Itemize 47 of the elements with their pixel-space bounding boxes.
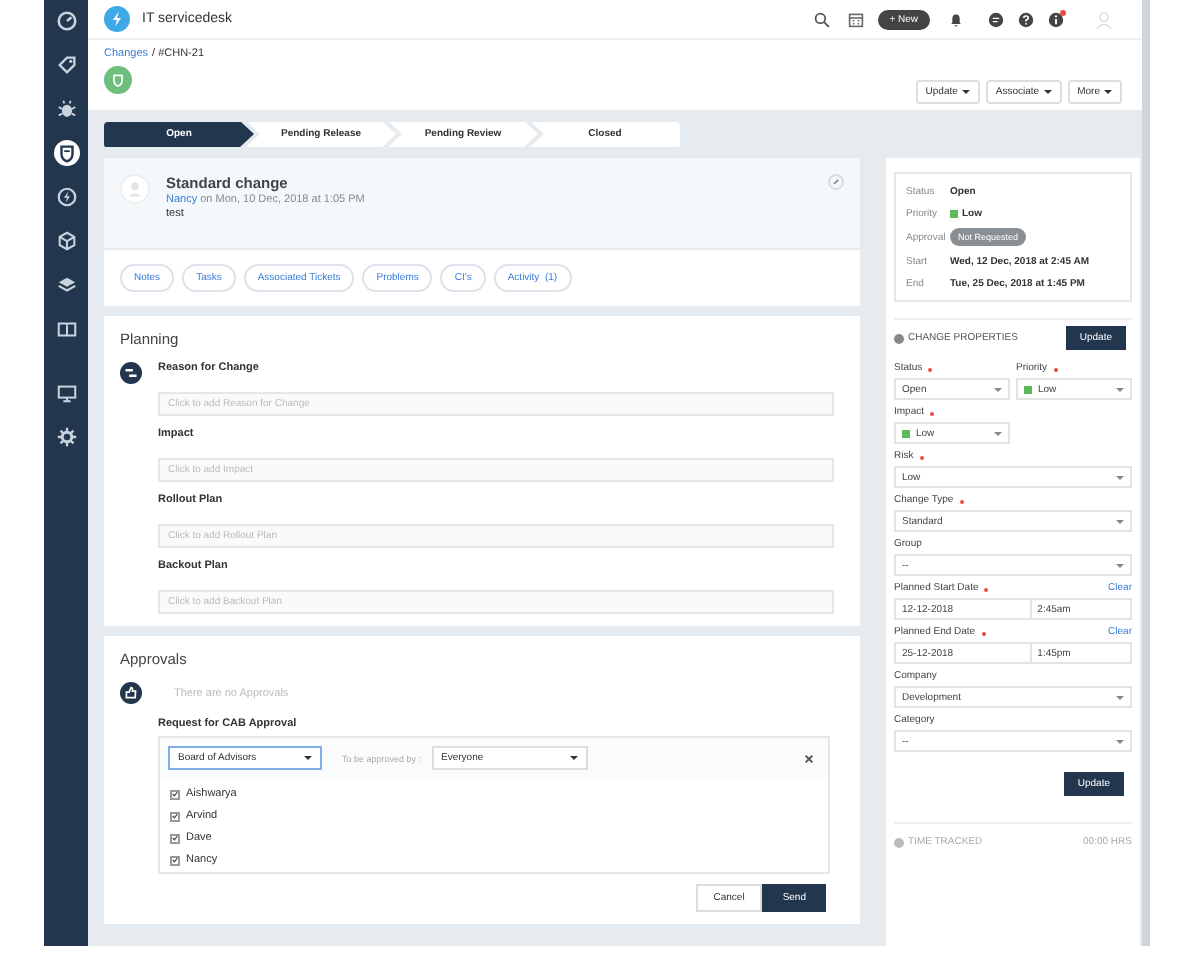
tag-icon[interactable] [53, 52, 79, 78]
thumbs-up-icon [120, 682, 142, 704]
properties-icon [894, 333, 904, 343]
bug-icon[interactable] [53, 96, 79, 122]
caret-icon [1104, 90, 1112, 94]
chat-icon[interactable] [988, 11, 1004, 27]
checkbox[interactable] [170, 833, 180, 843]
caret-icon [994, 431, 1002, 435]
calendar-icon[interactable] [847, 11, 864, 27]
bell-icon[interactable] [948, 11, 964, 27]
caret-icon [1116, 563, 1124, 567]
required-mark [984, 588, 989, 592]
close-icon[interactable] [804, 753, 814, 763]
caret-icon [1116, 739, 1124, 743]
caret-icon [304, 756, 312, 760]
clock-icon [894, 837, 904, 847]
required-mark [919, 456, 924, 460]
info-icon[interactable] [1048, 10, 1066, 28]
bolt-logo-icon [104, 6, 130, 32]
required-mark [981, 632, 986, 636]
monitor-icon[interactable] [53, 380, 79, 406]
search-icon[interactable] [813, 11, 830, 27]
caret-icon [569, 756, 578, 760]
required-mark [959, 500, 964, 504]
checkbox[interactable] [170, 855, 180, 865]
shield-icon[interactable] [53, 140, 79, 166]
caret-icon [994, 387, 1002, 391]
caret-icon [1043, 90, 1052, 94]
cube-icon[interactable] [53, 228, 79, 254]
gauge-icon[interactable] [53, 8, 79, 34]
caret-icon [1116, 475, 1124, 479]
caret-icon [961, 90, 970, 94]
required-mark [930, 412, 935, 416]
caret-icon [1116, 387, 1124, 391]
checkbox[interactable] [170, 789, 180, 799]
required-mark [928, 368, 933, 372]
planning-icon [120, 362, 142, 384]
checkbox[interactable] [170, 811, 180, 821]
user-avatar-icon [120, 174, 150, 204]
book-icon[interactable] [53, 316, 79, 342]
bolt-icon[interactable] [53, 184, 79, 210]
gear-icon[interactable] [53, 424, 79, 450]
change-shield-icon [104, 66, 132, 94]
caret-icon [1116, 519, 1124, 523]
help-icon[interactable] [1018, 11, 1034, 27]
caret-icon [1116, 695, 1124, 699]
required-mark [1053, 368, 1058, 372]
